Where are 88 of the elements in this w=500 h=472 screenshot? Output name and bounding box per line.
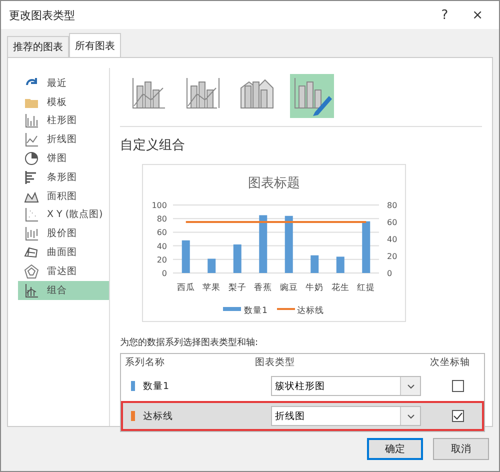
category-label: 梨子 xyxy=(228,283,246,293)
series-row[interactable]: 达标线 折线图 xyxy=(121,401,484,431)
column-header: 系列名称 xyxy=(125,356,166,369)
stock-chart-icon xyxy=(24,226,39,242)
column-chart-icon xyxy=(24,113,39,128)
cancel-button[interactable]: 取消 xyxy=(433,438,489,460)
secondary-axis-checkbox[interactable] xyxy=(452,380,464,392)
axis-tick-label: 80 xyxy=(387,201,398,210)
sidebar-item[interactable]: 雷达图 xyxy=(18,262,109,281)
column-header: 次坐标轴 xyxy=(430,356,471,369)
bar xyxy=(336,256,344,273)
bar-chart-icon xyxy=(24,170,39,185)
axis-tick-label: 20 xyxy=(387,252,398,261)
sidebar-label: 最近 xyxy=(47,76,67,90)
sidebar-label: 饼图 xyxy=(47,152,67,166)
sidebar-label: 组合 xyxy=(47,284,67,297)
bar xyxy=(259,215,268,273)
help-button[interactable]: ? xyxy=(433,8,456,22)
sidebar-item[interactable]: 饼图 xyxy=(18,149,109,168)
series-row[interactable]: 数量1 簇状柱形图 xyxy=(121,371,484,401)
axis-tick-label: 60 xyxy=(387,218,398,227)
axis-tick-label: 100 xyxy=(152,201,167,210)
sidebar-item[interactable]: 模板 xyxy=(18,92,109,112)
axis-tick-label: 40 xyxy=(156,242,167,251)
legend-label: 达标线 xyxy=(297,306,324,316)
axis-tick-label: 40 xyxy=(387,235,398,244)
sidebar-item[interactable]: 曲面图 xyxy=(18,243,109,262)
radar-chart-icon xyxy=(24,264,39,279)
legend-swatch xyxy=(223,307,241,311)
series-name: 数量1 xyxy=(143,380,170,392)
close-button[interactable]: × xyxy=(464,8,491,22)
bar xyxy=(310,255,319,273)
category-label: 牛奶 xyxy=(306,283,324,293)
sidebar-item[interactable]: 组合 xyxy=(18,280,109,300)
surface-chart-icon xyxy=(24,245,39,260)
column-header: 图表类型 xyxy=(255,356,296,369)
category-label: 豌豆 xyxy=(280,283,298,293)
sidebar-label: 折线图 xyxy=(47,133,77,146)
sidebar-item[interactable]: 最近 xyxy=(18,74,109,93)
tab[interactable]: 所有图表 xyxy=(69,33,121,57)
sidebar-item[interactable]: 面积图 xyxy=(18,186,109,206)
sidebar-item[interactable]: 柱形图 xyxy=(18,112,109,130)
bar xyxy=(208,258,216,273)
window-title: 更改图表类型 xyxy=(9,8,76,22)
sidebar-item[interactable]: 条形图 xyxy=(18,168,109,187)
category-label: 花生 xyxy=(331,283,350,293)
category-label: 红提 xyxy=(357,283,376,293)
sidebar-label: 面积图 xyxy=(47,190,77,203)
category-label: 西瓜 xyxy=(176,283,195,293)
sidebar-label: 雷达图 xyxy=(47,264,77,278)
sidebar-item[interactable]: 折线图 xyxy=(18,130,109,150)
axis-tick-label: 60 xyxy=(156,228,167,238)
axis-tick-label: 20 xyxy=(156,255,167,264)
chart-type-dropdown[interactable]: 折线图 xyxy=(271,406,421,426)
chart-title: 图表标题 xyxy=(248,176,300,191)
bar xyxy=(182,240,190,273)
axis-tick-label: 0 xyxy=(162,269,167,278)
section-title: 自定义组合 xyxy=(120,137,186,154)
scatter-chart-icon xyxy=(24,207,39,222)
category-label: 香蕉 xyxy=(254,283,272,293)
sidebar-label: 条形图 xyxy=(47,170,77,184)
series-prompt: 为您的数据系列选择图表类型和轴: xyxy=(120,336,260,349)
bar xyxy=(362,221,370,273)
caret-icon xyxy=(406,414,414,418)
chart-type-dropdown[interactable]: 簇状柱形图 xyxy=(271,376,421,396)
sidebar-label: 股价图 xyxy=(47,227,77,240)
ok-button[interactable]: 确定 xyxy=(367,438,423,460)
bar xyxy=(284,216,293,273)
category-label: 苹果 xyxy=(202,283,221,293)
axis-tick-label: 0 xyxy=(387,269,392,278)
combo-chart-icon xyxy=(24,282,39,298)
secondary-axis-checkbox[interactable] xyxy=(452,410,464,422)
line-chart-icon xyxy=(24,132,39,148)
pie-chart-icon xyxy=(24,151,39,166)
sidebar-label: X Y (散点图) xyxy=(47,208,103,222)
sidebar-label: 模板 xyxy=(47,96,67,109)
series-name: 达标线 xyxy=(143,410,173,422)
bar xyxy=(233,244,242,273)
sidebar-item[interactable]: X Y (散点图) xyxy=(18,206,109,224)
check-icon xyxy=(453,412,463,420)
axis-tick-label: 80 xyxy=(156,214,167,224)
caret-icon xyxy=(406,384,414,388)
sidebar-label: 柱形图 xyxy=(47,114,77,128)
chart-subtype-button[interactable] xyxy=(290,74,334,118)
tab[interactable]: 推荐的图表 xyxy=(7,36,69,57)
sidebar-label: 曲面图 xyxy=(47,246,77,260)
sidebar-item[interactable]: 股价图 xyxy=(18,224,109,244)
legend-label: 数量1 xyxy=(244,306,268,316)
